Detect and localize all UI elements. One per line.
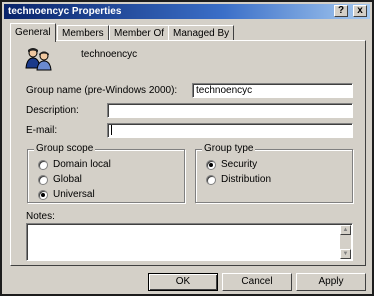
tab-member-of[interactable]: Member Of bbox=[109, 25, 170, 41]
scroll-down-icon[interactable]: ▼ bbox=[340, 249, 351, 259]
text-cursor bbox=[111, 125, 112, 136]
properties-dialog: technoencyc Properties ? x General Membe… bbox=[0, 0, 374, 296]
help-button[interactable]: ? bbox=[334, 5, 348, 17]
window-title: technoencyc Properties bbox=[8, 6, 122, 17]
radio-security[interactable] bbox=[206, 160, 216, 170]
title-bar[interactable]: technoencyc Properties ? x bbox=[4, 4, 370, 19]
group-name-field[interactable]: technoencyc bbox=[192, 83, 353, 98]
description-field[interactable] bbox=[107, 103, 353, 118]
description-label: Description: bbox=[26, 105, 79, 116]
radio-distribution[interactable] bbox=[206, 175, 216, 185]
radio-security-label[interactable]: Security bbox=[221, 159, 257, 171]
email-field[interactable] bbox=[107, 123, 353, 138]
group-display-name: technoencyc bbox=[81, 49, 138, 60]
email-label: E-mail: bbox=[26, 125, 58, 136]
tab-managed-by[interactable]: Managed By bbox=[168, 25, 235, 41]
general-tab-panel: technoencyc Group name (pre-Windows 2000… bbox=[10, 40, 366, 266]
group-name-label: Group name (pre-Windows 2000): bbox=[26, 85, 178, 96]
close-button[interactable]: x bbox=[353, 5, 367, 17]
radio-domain-local[interactable] bbox=[38, 160, 48, 170]
notes-field[interactable]: ▲ ▼ bbox=[26, 223, 353, 261]
group-type-box: Group type Security Distribution bbox=[195, 143, 353, 203]
ok-button[interactable]: OK bbox=[148, 273, 218, 291]
tab-general[interactable]: General bbox=[10, 23, 56, 42]
scroll-up-icon[interactable]: ▲ bbox=[340, 225, 351, 235]
cancel-button[interactable]: Cancel bbox=[222, 273, 292, 291]
radio-global[interactable] bbox=[38, 175, 48, 185]
radio-universal[interactable] bbox=[38, 190, 48, 200]
group-scope-box: Group scope Domain local Global Universa… bbox=[27, 143, 185, 203]
notes-scrollbar[interactable]: ▲ ▼ bbox=[340, 225, 351, 259]
radio-universal-label[interactable]: Universal bbox=[53, 189, 95, 201]
tab-members[interactable]: Members bbox=[57, 25, 109, 41]
apply-button[interactable]: Apply bbox=[296, 273, 366, 291]
group-users-icon bbox=[25, 47, 55, 71]
notes-label: Notes: bbox=[26, 211, 55, 222]
radio-global-label[interactable]: Global bbox=[53, 174, 82, 186]
group-scope-title: Group scope bbox=[34, 143, 96, 155]
radio-domain-local-label[interactable]: Domain local bbox=[53, 159, 111, 171]
group-type-title: Group type bbox=[202, 143, 256, 155]
radio-distribution-label[interactable]: Distribution bbox=[221, 174, 271, 186]
